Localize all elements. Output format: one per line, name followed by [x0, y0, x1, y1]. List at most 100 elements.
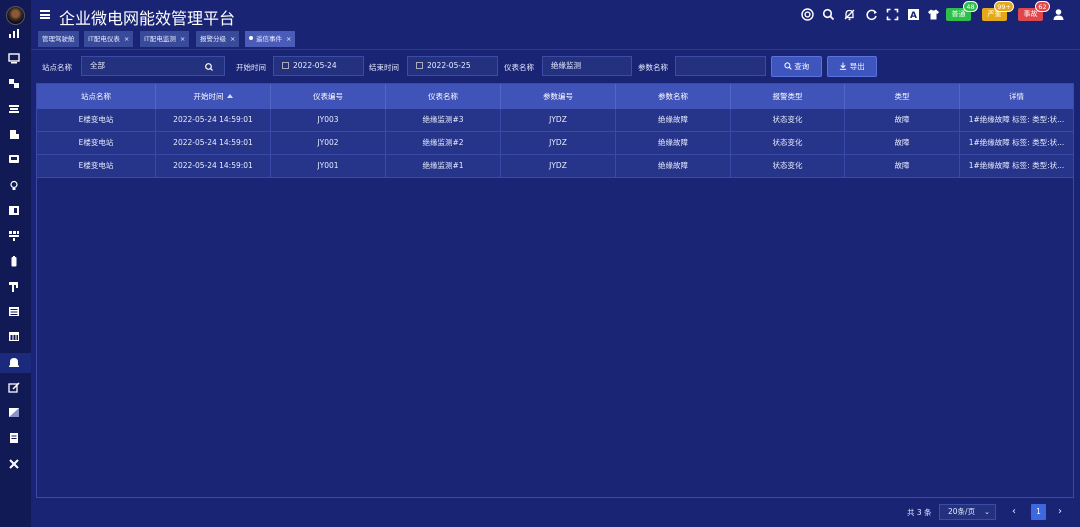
refresh-icon[interactable] [865, 8, 878, 21]
active-dot-icon [249, 36, 253, 40]
battery-icon[interactable] [8, 256, 20, 267]
page-size-select[interactable]: 20条/页 ⌄ [939, 504, 996, 520]
tab-remote-signal-events[interactable]: 遥信事件 × [245, 31, 296, 47]
building-icon[interactable] [8, 129, 20, 140]
app-title: 企业微电网能效管理平台 [59, 9, 236, 28]
tab-it-monitor[interactable]: IT配电监测 × [140, 31, 190, 47]
fullscreen-icon[interactable] [886, 8, 899, 21]
edit-icon[interactable] [8, 382, 20, 393]
font-size-icon[interactable]: A [907, 8, 920, 21]
end-time-label: 结束时间 [369, 63, 399, 72]
chart-icon[interactable] [8, 28, 20, 39]
document-icon[interactable] [8, 432, 20, 443]
help-ring-icon[interactable] [801, 8, 814, 21]
cell-type: 故障 [845, 132, 960, 154]
start-date-value: 2022-05-24 [293, 61, 337, 70]
meter-name-input[interactable]: 绝缘监测 [542, 56, 632, 76]
tab-close-icon[interactable]: × [286, 35, 291, 43]
cell-param-code: JYDZ [501, 155, 616, 177]
monitor-icon[interactable] [8, 53, 20, 64]
column-header-label: 开始时间 [193, 92, 224, 101]
alarm-severe-button[interactable]: 严重 99+ [982, 1, 1014, 21]
cell-meter-code: JY001 [271, 155, 386, 177]
alarm-icon[interactable] [8, 356, 20, 367]
cell-param-code: JYDZ [501, 132, 616, 154]
display-icon[interactable] [8, 154, 20, 165]
cell-start-time: 2022-05-24 14:59:01 [156, 109, 271, 131]
search-icon[interactable] [822, 8, 835, 21]
tab-label: IT配电监测 [144, 35, 176, 43]
tools-icon[interactable] [8, 458, 20, 469]
start-time-label: 开始时间 [236, 63, 266, 72]
alarm-normal-label: 普通 [951, 10, 966, 18]
query-button[interactable]: 查询 [771, 56, 822, 77]
cell-type: 故障 [845, 109, 960, 131]
next-page-button[interactable]: › [1054, 505, 1066, 519]
cell-meter-name: 绝缘监测#2 [386, 132, 501, 154]
tab-bar: 管理驾驶舱 IT配电仪表 × IT配电监测 × 报警分级 × 遥信事件 × [31, 30, 1080, 49]
cell-alarm-type: 状态变化 [731, 132, 845, 154]
alarm-accident-count: 62 [1035, 1, 1050, 12]
table-row[interactable]: E楼变电站 2022-05-24 14:59:01 JY003 绝缘监测#3 JYDZ 绝… [37, 109, 1073, 132]
tab-it-meter[interactable]: IT配电仪表 × [84, 31, 134, 47]
theme-shirt-icon[interactable] [927, 8, 940, 21]
page-number-current[interactable]: 1 [1031, 504, 1046, 520]
bell-off-icon[interactable] [843, 8, 856, 21]
tab-alarm-level[interactable]: 报警分级 × [196, 31, 240, 47]
column-header-param-code[interactable]: 参数编号 [501, 84, 616, 109]
top-header: 企业微电网能效管理平台 A 普通 48 严重 99+ 事故 62 [31, 0, 1080, 30]
station-value: 全部 [90, 61, 105, 70]
column-header-label: 详情 [1009, 92, 1024, 101]
alarm-normal-button[interactable]: 普通 48 [946, 1, 978, 21]
menu-toggle-icon[interactable] [40, 10, 50, 19]
end-date-picker[interactable]: 2022-05-25 [407, 56, 498, 76]
start-date-picker[interactable]: 2022-05-24 [273, 56, 364, 76]
meter-icon[interactable] [8, 205, 20, 216]
report-icon[interactable] [8, 407, 20, 418]
user-icon[interactable] [1052, 8, 1065, 21]
pole-icon[interactable] [8, 281, 20, 292]
column-header-detail[interactable]: 详情 [960, 84, 1073, 109]
list-icon[interactable] [8, 306, 20, 317]
param-name-input[interactable] [675, 56, 766, 76]
bulb-icon[interactable] [8, 180, 20, 191]
cell-param-name: 绝缘故障 [616, 109, 731, 131]
cell-detail: 1#绝缘故障 标签: 类型:状... [968, 138, 1065, 147]
tab-dashboard[interactable]: 管理驾驶舱 [38, 31, 79, 47]
tab-close-icon[interactable]: × [124, 35, 129, 43]
column-header-start-time[interactable]: 开始时间 [156, 84, 271, 109]
flow-icon[interactable] [8, 78, 20, 89]
events-table: 站点名称 开始时间 仪表编号 仪表名称 参数编号 参数名称 报警类型 类型 详情 E楼变电站 20… [36, 83, 1074, 498]
column-header-meter-name[interactable]: 仪表名称 [386, 84, 501, 109]
search-icon [205, 63, 213, 71]
download-icon [840, 62, 847, 70]
station-search-button[interactable] [193, 56, 225, 76]
column-header-station[interactable]: 站点名称 [37, 84, 156, 109]
stack-icon[interactable] [8, 103, 20, 114]
tab-close-icon[interactable]: × [230, 35, 235, 43]
alarm-accident-button[interactable]: 事故 62 [1018, 1, 1050, 21]
column-header-param-name[interactable]: 参数名称 [616, 84, 731, 109]
param-name-label: 参数名称 [638, 63, 668, 72]
table-row[interactable]: E楼变电站 2022-05-24 14:59:01 JY002 绝缘监测#2 JYDZ 绝… [37, 132, 1073, 155]
column-header-label: 仪表编号 [313, 92, 343, 101]
station-select[interactable]: 全部 [81, 56, 194, 76]
table-row[interactable]: E楼变电站 2022-05-24 14:59:01 JY001 绝缘监测#1 JYDZ 绝… [37, 155, 1073, 178]
table-header: 站点名称 开始时间 仪表编号 仪表名称 参数编号 参数名称 报警类型 类型 详情 [37, 84, 1073, 109]
column-header-alarm-type[interactable]: 报警类型 [731, 84, 845, 109]
cell-param-name: 绝缘故障 [616, 155, 731, 177]
grid-icon[interactable] [8, 230, 20, 241]
column-header-meter-code[interactable]: 仪表编号 [271, 84, 386, 109]
sort-ascending-icon[interactable] [226, 94, 233, 98]
prev-page-button[interactable]: ‹ [1008, 505, 1020, 519]
sidebar [0, 0, 31, 527]
tab-close-icon[interactable]: × [180, 35, 185, 43]
calendar-icon[interactable] [8, 331, 20, 342]
export-button[interactable]: 导出 [827, 56, 877, 77]
cell-param-name: 绝缘故障 [616, 132, 731, 154]
tab-label: IT配电仪表 [88, 35, 120, 43]
page-size-value: 20条/页 [948, 507, 976, 516]
avatar[interactable] [6, 6, 25, 25]
column-header-type[interactable]: 类型 [845, 84, 960, 109]
cell-meter-code: JY002 [271, 132, 386, 154]
